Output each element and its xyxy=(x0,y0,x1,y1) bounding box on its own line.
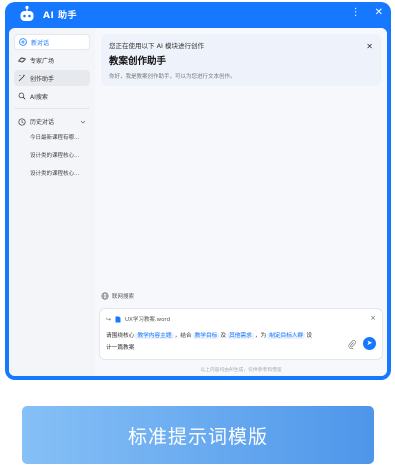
prompt-text: ，结合 xyxy=(174,333,192,339)
sidebar-item-ai-search[interactable]: AI搜索 xyxy=(14,88,90,104)
chat-input[interactable]: ↪ UX学习教案.word × 请围绕核心 教学内容主题 ，结合 教学目标及其他需求，… xyxy=(99,308,383,360)
document-icon xyxy=(115,316,121,322)
send-icon: ➤ xyxy=(366,339,373,347)
title-bar: AI 助手 ⋮ ✕ xyxy=(9,2,387,28)
sidebar-item-label: 专家广场 xyxy=(30,57,55,65)
banner-title: 教案创作助手 xyxy=(109,56,167,67)
prompt-slot[interactable]: 其他需求 xyxy=(227,333,254,339)
plus-circle-icon xyxy=(19,38,27,46)
file-name: UX学习教案.word xyxy=(125,317,171,323)
screenshot-canvas: AI 助手 ⋮ ✕ 新对话 专家广场 创作助手 AI搜索 历史对话 今日最新课程… xyxy=(0,0,395,476)
planet-icon xyxy=(18,57,26,63)
send-button[interactable]: ➤ xyxy=(363,337,376,350)
prompt-template[interactable]: 请围绕核心 教学内容主题 ，结合 教学目标及其他需求 ，为 制定目标人群 设计一篇教案 xyxy=(106,330,316,354)
magic-wand-icon xyxy=(18,74,25,82)
web-search-label: 联网搜索 xyxy=(112,294,135,300)
sidebar-item-creation[interactable]: 创作助手 xyxy=(14,70,90,86)
banner-description: 你好，我是教案创作助手，可以为您进行文本创作。 xyxy=(109,74,236,80)
prompt-text: 请围绕核心 xyxy=(106,333,135,339)
attached-file: ↪ UX学习教案.word × xyxy=(106,313,376,325)
new-chat-button[interactable]: 新对话 xyxy=(14,34,90,50)
search-icon xyxy=(18,92,26,100)
web-search-toggle[interactable]: 联网搜索 xyxy=(101,292,134,300)
history-item[interactable]: 今日最新课程有哪... xyxy=(14,129,90,147)
app-window: AI 助手 ⋮ ✕ 新对话 专家广场 创作助手 AI搜索 历史对话 今日最新课程… xyxy=(5,2,391,380)
robot-logo-icon xyxy=(20,5,34,21)
history-header[interactable]: 历史对话 xyxy=(14,115,90,129)
history-item[interactable]: 设计类的课程核心... xyxy=(14,165,90,183)
history-item[interactable]: 设计类的课程核心... xyxy=(14,147,90,165)
module-banner: 您正在使用以下 AI 模块进行创作 教案创作助手 你好，我是教案创作助手，可以为… xyxy=(101,34,381,86)
prompt-slot[interactable]: 制定目标人群 xyxy=(267,333,306,339)
app-brand: AI 助手 xyxy=(43,11,77,21)
globe-icon xyxy=(101,292,109,300)
prompt-text: ，为 xyxy=(254,333,267,339)
banner-subtitle: 您正在使用以下 AI 模块进行创作 xyxy=(109,42,204,50)
more-icon[interactable]: ⋮ xyxy=(351,7,361,18)
close-icon[interactable]: ✕ xyxy=(375,7,383,18)
sidebar-item-label: AI搜索 xyxy=(30,93,48,101)
history-title: 历史对话 xyxy=(30,119,55,126)
prompt-slot[interactable]: 教学内容主题 xyxy=(135,333,174,339)
prompt-slot[interactable]: 教学目标 xyxy=(192,333,220,339)
sidebar: 新对话 专家广场 创作助手 AI搜索 历史对话 今日最新课程有哪... 设计类的… xyxy=(9,28,95,376)
sidebar-divider xyxy=(14,108,90,109)
remove-file-icon[interactable]: × xyxy=(370,314,376,322)
clock-icon xyxy=(18,117,26,126)
paperclip-icon[interactable] xyxy=(348,340,356,349)
prompt-text: 及 xyxy=(220,333,227,339)
sidebar-item-experts[interactable]: 专家广场 xyxy=(14,52,90,68)
template-button[interactable]: 标准提示词模版 xyxy=(22,406,374,464)
close-icon[interactable]: ✕ xyxy=(366,42,373,51)
reply-arrow-icon: ↪ xyxy=(106,315,112,323)
sidebar-item-label: 创作助手 xyxy=(30,75,55,83)
app-body: 新对话 专家广场 创作助手 AI搜索 历史对话 今日最新课程有哪... 设计类的… xyxy=(9,28,387,376)
main-panel: 您正在使用以下 AI 模块进行创作 教案创作助手 你好，我是教案创作助手，可以为… xyxy=(95,28,387,376)
disclaimer: 以上内容均由AI生成，仅供参考和借鉴 xyxy=(200,368,282,373)
new-chat-label: 新对话 xyxy=(31,39,50,47)
chevron-down-icon[interactable] xyxy=(80,119,86,125)
